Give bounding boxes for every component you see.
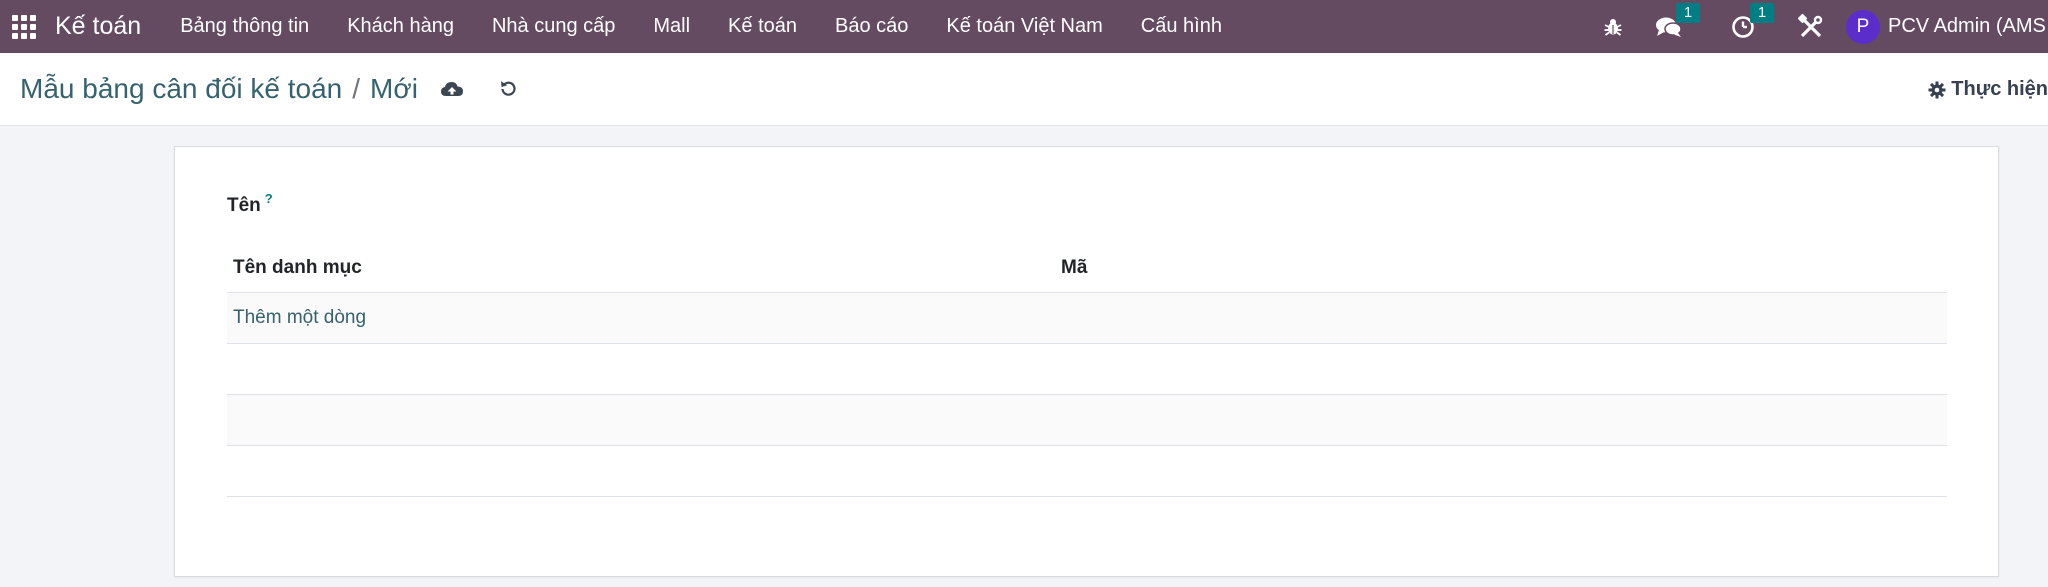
breadcrumb-current: Mới <box>370 73 418 104</box>
column-header-category-name[interactable]: Tên danh mục <box>227 257 1061 279</box>
main-menu: Bảng thông tin Khách hàng Nhà cung cấp M… <box>161 15 1241 38</box>
menu-item-configuration[interactable]: Cấu hình <box>1122 15 1241 38</box>
menu-item-dashboard[interactable]: Bảng thông tin <box>161 15 328 38</box>
save-cloud-icon[interactable] <box>440 79 464 99</box>
form-sheet: Tên? Tên danh mục Mã Thêm một dòng <box>174 146 1999 577</box>
action-menu-button[interactable]: Thực hiện <box>1928 53 2048 126</box>
user-avatar[interactable]: P <box>1846 9 1880 44</box>
discard-undo-icon[interactable] <box>498 79 518 99</box>
list-row-empty <box>227 395 1947 446</box>
action-menu-label: Thực hiện <box>1951 78 2048 100</box>
list-row-empty <box>227 344 1947 395</box>
activities-badge: 1 <box>1750 3 1774 23</box>
name-field-label: Tên? <box>227 191 273 217</box>
tools-wrench-icon[interactable] <box>1796 0 1826 53</box>
systray: 1 1 P PCV Admin (AMS <box>1598 0 2048 53</box>
breadcrumb-parent-link[interactable]: Mẫu bảng cân đối kế toán <box>20 73 342 105</box>
list-header: Tên danh mục Mã <box>227 243 1947 293</box>
control-panel: Mẫu bảng cân đối kế toán / Mới Thực hiện <box>0 53 2048 126</box>
app-brand[interactable]: Kế toán <box>55 12 141 41</box>
breadcrumb: Mẫu bảng cân đối kế toán / Mới <box>20 73 418 105</box>
debug-bug-icon[interactable] <box>1598 0 1628 53</box>
breadcrumb-separator: / <box>352 73 361 104</box>
name-help-tooltip[interactable]: ? <box>265 191 273 206</box>
list-row-add: Thêm một dòng <box>227 293 1947 344</box>
activity-clock-icon[interactable]: 1 <box>1728 0 1776 53</box>
name-input[interactable] <box>295 185 895 219</box>
menu-item-reports[interactable]: Báo cáo <box>816 15 927 38</box>
menu-item-accounting[interactable]: Kế toán <box>709 15 816 38</box>
list-row-empty <box>227 446 1947 497</box>
gear-icon <box>1928 81 1946 98</box>
add-line-link[interactable]: Thêm một dòng <box>227 307 366 329</box>
menu-item-vn-accounting[interactable]: Kế toán Việt Nam <box>927 15 1121 38</box>
messages-badge: 1 <box>1676 3 1700 23</box>
menu-item-customers[interactable]: Khách hàng <box>328 15 473 38</box>
top-navbar: Kế toán Bảng thông tin Khách hàng Nhà cu… <box>0 0 2048 53</box>
menu-item-vendors[interactable]: Nhà cung cấp <box>473 15 634 38</box>
apps-menu-icon[interactable] <box>12 14 36 39</box>
category-list: Tên danh mục Mã Thêm một dòng <box>227 243 1947 497</box>
name-label-text: Tên <box>227 195 261 216</box>
column-header-code[interactable]: Mã <box>1061 257 1947 279</box>
user-menu-name[interactable]: PCV Admin (AMS <box>1888 15 2048 38</box>
messages-chat-icon[interactable]: 1 <box>1654 0 1702 53</box>
menu-item-mall[interactable]: Mall <box>634 15 709 38</box>
